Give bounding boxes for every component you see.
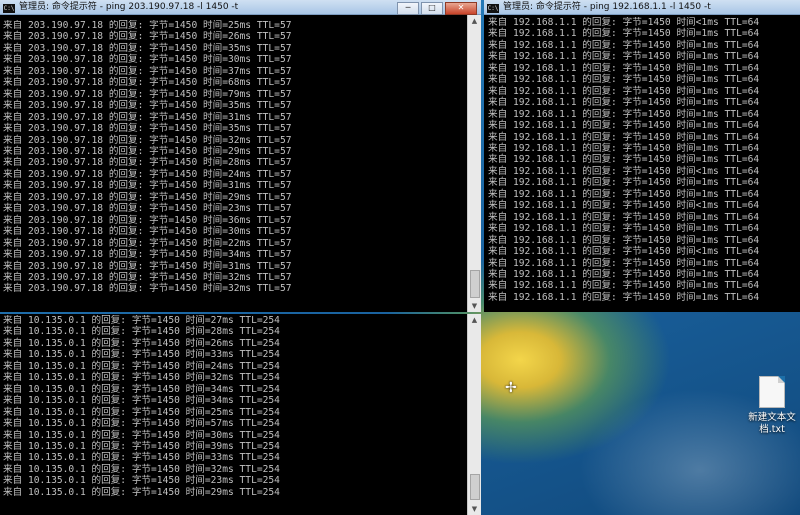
console-line: 来自 192.168.1.1 的回复: 字节=1450 时间=1ms TTL=6… [488,39,760,51]
console-line: 来自 203.190.97.18 的回复: 字节=1450 时间=35ms TT… [3,100,292,112]
console-line: 来自 203.190.97.18 的回复: 字节=1450 时间=24ms TT… [3,168,292,180]
console-line: 来自 192.168.1.1 的回复: 字节=1450 时间<1ms TTL=6… [488,246,760,258]
console-line: 来自 203.190.97.18 的回复: 字节=1450 时间=35ms TT… [3,42,292,54]
console-line: 来自 10.135.0.1 的回复: 字节=1450 时间=33ms TTL=2… [3,452,280,464]
window-titlebar[interactable]: C:\ 管理员: 命令提示符 - ping 203.190.97.18 -l 14… [0,0,481,15]
console-line: 来自 10.135.0.1 的回复: 字节=1450 时间=25ms TTL=2… [3,406,280,418]
console-line: 来自 203.190.97.18 的回复: 字节=1450 时间=29ms TT… [3,191,292,203]
console-line: 来自 192.168.1.1 的回复: 字节=1450 时间<1ms TTL=6… [488,200,760,212]
console-line: 来自 192.168.1.1 的回复: 字节=1450 时间=1ms TTL=6… [488,223,760,235]
console-line: 来自 203.190.97.18 的回复: 字节=1450 时间=32ms TT… [3,134,292,146]
console-line: 来自 10.135.0.1 的回复: 字节=1450 时间=23ms TTL=2… [3,475,280,487]
console-line: 来自 192.168.1.1 的回复: 字节=1450 时间=1ms TTL=6… [488,280,760,292]
console-line: 来自 192.168.1.1 的回复: 字节=1450 时间<1ms TTL=6… [488,17,760,28]
console-line: 来自 192.168.1.1 的回复: 字节=1450 时间=1ms TTL=6… [488,234,760,246]
console-line: 来自 203.190.97.18 的回复: 字节=1450 时间=30ms TT… [3,54,292,66]
console-output[interactable]: 来自 203.190.97.18 的回复: 字节=1450 时间=25ms TT… [3,20,465,310]
console-line: 来自 10.135.0.1 的回复: 字节=1450 时间=30ms TTL=2… [3,429,280,441]
console-line: 来自 192.168.1.1 的回复: 字节=1450 时间=1ms TTL=6… [488,291,760,303]
vertical-scrollbar[interactable]: ▲ ▼ [467,314,481,515]
console-line: 来自 203.190.97.18 的回复: 字节=1450 时间=31ms TT… [3,111,292,123]
console-window-ping-192[interactable]: C:\ 管理员: 命令提示符 - ping 192.168.1.1 -l 1450… [484,0,800,312]
console-line: 来自 192.168.1.1 的回复: 字节=1450 时间=1ms TTL=6… [488,188,760,200]
console-line: 来自 192.168.1.1 的回复: 字节=1450 时间=1ms TTL=6… [488,108,760,120]
console-line: 来自 10.135.0.1 的回复: 字节=1450 时间=34ms TTL=2… [3,395,280,407]
console-line: 来自 203.190.97.18 的回复: 字节=1450 时间=36ms TT… [3,214,292,226]
desktop-file-label: 新建文本文档.txt [748,412,796,435]
scroll-up-icon[interactable]: ▲ [468,314,481,326]
console-line: 来自 10.135.0.1 的回复: 字节=1450 时间=29ms TTL=2… [3,486,280,498]
console-line: 来自 203.190.97.18 的回复: 字节=1450 时间=32ms TT… [3,271,292,283]
console-line: 来自 192.168.1.1 的回复: 字节=1450 时间=1ms TTL=6… [488,154,760,166]
mouse-cursor-icon: ✢ [505,380,517,396]
console-icon: C:\ [487,4,499,13]
console-line: 来自 10.135.0.1 的回复: 字节=1450 时间=27ms TTL=2… [3,315,280,326]
console-line: 来自 203.190.97.18 的回复: 字节=1450 时间=37ms TT… [3,65,292,77]
console-line: 来自 203.190.97.18 的回复: 字节=1450 时间=68ms TT… [3,77,292,89]
console-line: 来自 192.168.1.1 的回复: 字节=1450 时间=1ms TTL=6… [488,28,760,40]
console-line: 来自 10.135.0.1 的回复: 字节=1450 时间=57ms TTL=2… [3,418,280,430]
console-line: 来自 203.190.97.18 的回复: 字节=1450 时间=34ms TT… [3,249,292,261]
console-line: 来自 203.190.97.18 的回复: 字节=1450 时间=30ms TT… [3,226,292,238]
console-line: 来自 192.168.1.1 的回复: 字节=1450 时间=1ms TTL=6… [488,257,760,269]
console-line: 来自 10.135.0.1 的回复: 字节=1450 时间=32ms TTL=2… [3,372,280,384]
scroll-down-icon[interactable]: ▼ [468,503,481,515]
console-window-ping-203[interactable]: C:\ 管理员: 命令提示符 - ping 203.190.97.18 -l 14… [0,0,481,312]
scroll-thumb[interactable] [470,474,480,500]
desktop-file-new-text-document[interactable]: 新建文本文档.txt [744,376,800,436]
console-line: 来自 10.135.0.1 的回复: 字节=1450 时间=28ms TTL=2… [3,326,280,338]
vertical-scrollbar[interactable]: ▲ ▼ [467,15,481,312]
console-line: 来自 203.190.97.18 的回复: 字节=1450 时间=28ms TT… [3,157,292,169]
console-line: 来自 192.168.1.1 的回复: 字节=1450 时间<1ms TTL=6… [488,165,760,177]
window-title: 管理员: 命令提示符 - ping 192.168.1.1 -l 1450 -t [503,2,711,12]
console-line: 来自 203.190.97.18 的回复: 字节=1450 时间=31ms TT… [3,260,292,272]
console-line: 来自 203.190.97.18 的回复: 字节=1450 时间=22ms TT… [3,237,292,249]
window-controls: ─ □ ✕ [395,1,477,15]
scroll-thumb[interactable] [470,270,480,298]
console-line: 来自 192.168.1.1 的回复: 字节=1450 时间=1ms TTL=6… [488,131,760,143]
console-output[interactable]: 来自 192.168.1.1 的回复: 字节=1450 时间<1ms TTL=6… [488,17,798,310]
window-titlebar[interactable]: C:\ 管理员: 命令提示符 - ping 192.168.1.1 -l 1450… [484,0,800,15]
console-line: 来自 192.168.1.1 的回复: 字节=1450 时间=1ms TTL=6… [488,97,760,109]
console-line: 来自 10.135.0.1 的回复: 字节=1450 时间=39ms TTL=2… [3,440,280,452]
console-line: 来自 203.190.97.18 的回复: 字节=1450 时间=23ms TT… [3,203,292,215]
close-button[interactable]: ✕ [445,2,477,15]
console-line: 来自 203.190.97.18 的回复: 字节=1450 时间=79ms TT… [3,88,292,100]
console-line: 来自 10.135.0.1 的回复: 字节=1450 时间=33ms TTL=2… [3,349,280,361]
console-line: 来自 203.190.97.18 的回复: 字节=1450 时间=29ms TT… [3,145,292,157]
scroll-up-icon[interactable]: ▲ [468,15,481,27]
maximize-button[interactable]: □ [421,2,443,15]
console-line: 来自 203.190.97.18 的回复: 字节=1450 时间=25ms TT… [3,20,292,31]
console-line: 来自 10.135.0.1 的回复: 字节=1450 时间=34ms TTL=2… [3,383,280,395]
console-line: 来自 192.168.1.1 的回复: 字节=1450 时间=1ms TTL=6… [488,142,760,154]
console-line: 来自 192.168.1.1 的回复: 字节=1450 时间=1ms TTL=6… [488,268,760,280]
text-file-icon [759,376,785,408]
console-line: 来自 203.190.97.18 的回复: 字节=1450 时间=26ms TT… [3,31,292,43]
console-output[interactable]: 来自 10.135.0.1 的回复: 字节=1450 时间=27ms TTL=2… [3,315,465,513]
console-line: 来自 192.168.1.1 的回复: 字节=1450 时间=1ms TTL=6… [488,62,760,74]
console-line: 来自 192.168.1.1 的回复: 字节=1450 时间=1ms TTL=6… [488,177,760,189]
console-line: 来自 203.190.97.18 的回复: 字节=1450 时间=32ms TT… [3,283,292,295]
console-line: 来自 192.168.1.1 的回复: 字节=1450 时间=1ms TTL=6… [488,85,760,97]
console-line: 来自 192.168.1.1 的回复: 字节=1450 时间=1ms TTL=6… [488,120,760,132]
console-line: 来自 192.168.1.1 的回复: 字节=1450 时间=1ms TTL=6… [488,211,760,223]
console-line: 来自 192.168.1.1 的回复: 字节=1450 时间=1ms TTL=6… [488,74,760,86]
console-line: 来自 203.190.97.18 的回复: 字节=1450 时间=35ms TT… [3,123,292,135]
console-window-ping-10[interactable]: 来自 10.135.0.1 的回复: 字节=1450 时间=27ms TTL=2… [0,314,481,515]
window-title: 管理员: 命令提示符 - ping 203.190.97.18 -l 1450 … [19,2,239,12]
minimize-button[interactable]: ─ [397,2,419,15]
scroll-down-icon[interactable]: ▼ [468,300,481,312]
console-line: 来自 203.190.97.18 的回复: 字节=1450 时间=31ms TT… [3,180,292,192]
console-icon: C:\ [3,4,15,13]
console-line: 来自 192.168.1.1 的回复: 字节=1450 时间=1ms TTL=6… [488,51,760,63]
console-line: 来自 10.135.0.1 的回复: 字节=1450 时间=24ms TTL=2… [3,360,280,372]
console-line: 来自 10.135.0.1 的回复: 字节=1450 时间=26ms TTL=2… [3,337,280,349]
console-line: 来自 10.135.0.1 的回复: 字节=1450 时间=32ms TTL=2… [3,463,280,475]
